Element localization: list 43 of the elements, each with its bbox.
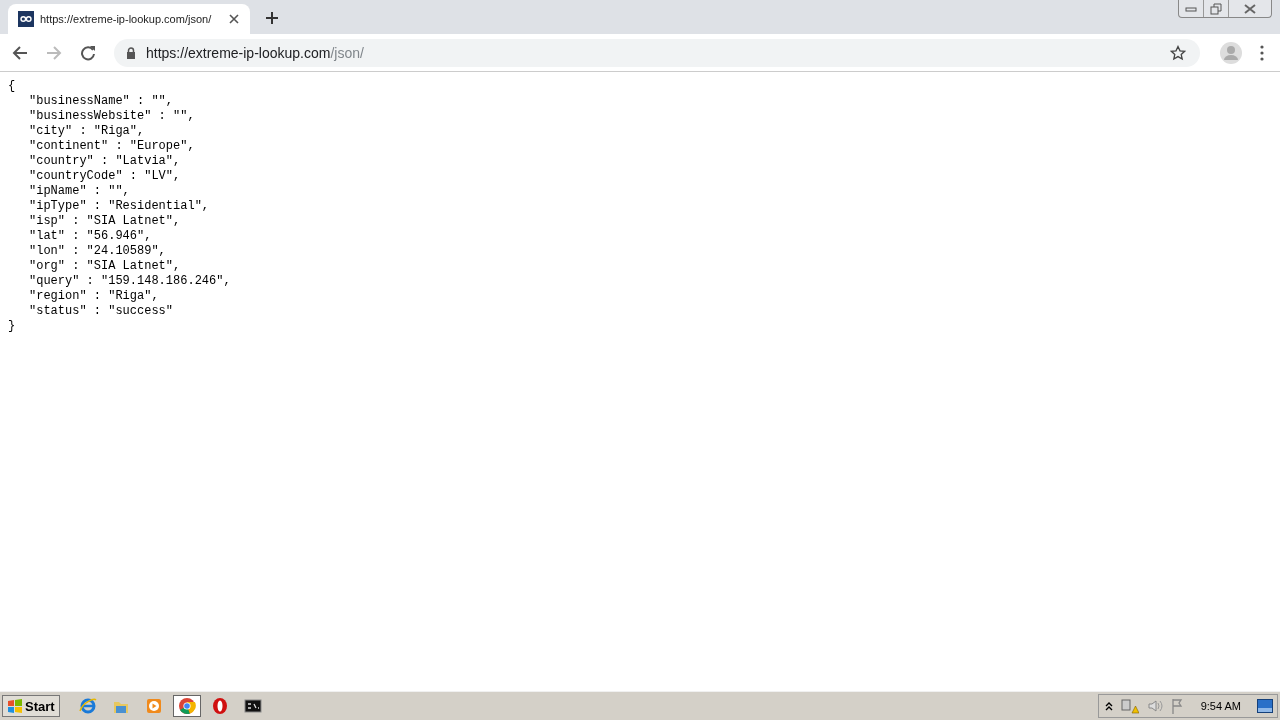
site-favicon-icon: [18, 11, 34, 27]
json-field: "continent" : "Europe",: [29, 139, 195, 154]
json-field: "city" : "Riga",: [29, 124, 145, 139]
plus-icon: [265, 11, 279, 25]
command-prompt-icon: [242, 696, 263, 716]
json-field: "org" : "SIA Latnet",: [29, 259, 181, 274]
back-arrow-icon: [12, 44, 28, 61]
json-field: "businessName" : "",: [29, 94, 174, 109]
ie-icon: [77, 696, 98, 716]
lock-icon: [126, 46, 136, 59]
url-host: https://extreme-ip-lookup.com: [146, 44, 331, 61]
minimize-icon: [1185, 4, 1197, 13]
json-brace: {: [8, 79, 16, 94]
json-field: "businessWebsite" : "",: [29, 109, 195, 124]
json-field: "lon" : "24.10589",: [29, 244, 166, 259]
json-field: "lat" : "56.946",: [29, 229, 152, 244]
json-field: "isp" : "SIA Latnet",: [29, 214, 181, 229]
start-button[interactable]: Start: [2, 695, 60, 717]
tab-title: https://extreme-ip-lookup.com/json/: [40, 13, 213, 25]
json-field: "query" : "159.148.186.246",: [29, 274, 231, 289]
show-desktop-icon[interactable]: [1257, 699, 1273, 713]
clock[interactable]: 9:54 AM: [1200, 700, 1241, 712]
close-icon: [1243, 3, 1257, 14]
json-field: "ipType" : "Residential",: [29, 199, 210, 214]
url-path: /json/: [330, 44, 364, 61]
restore-icon: [1210, 2, 1222, 15]
forward-arrow-icon: [46, 44, 62, 61]
json-field: "country" : "Latvia",: [29, 154, 181, 169]
chrome-taskbar-button[interactable]: [172, 695, 201, 717]
chevron-up-icon[interactable]: [1104, 701, 1113, 711]
json-brace: }: [8, 319, 16, 334]
json-field: "region" : "Riga",: [29, 289, 159, 304]
address-bar[interactable]: https://extreme-ip-lookup.com/json/: [114, 38, 1200, 67]
reload-icon: [80, 44, 96, 61]
close-icon: [229, 14, 239, 24]
json-field: "ipName" : "",: [29, 184, 130, 199]
bookmark-star-icon[interactable]: [1170, 44, 1186, 61]
windows-logo-icon: [7, 698, 23, 714]
browser-tab[interactable]: https://extreme-ip-lookup.com/json/: [8, 4, 250, 34]
menu-icon[interactable]: [1260, 44, 1264, 61]
json-field: "status" : "success": [29, 304, 174, 319]
chrome-icon: [176, 696, 197, 716]
json-field: "countryCode" : "LV",: [29, 169, 181, 184]
